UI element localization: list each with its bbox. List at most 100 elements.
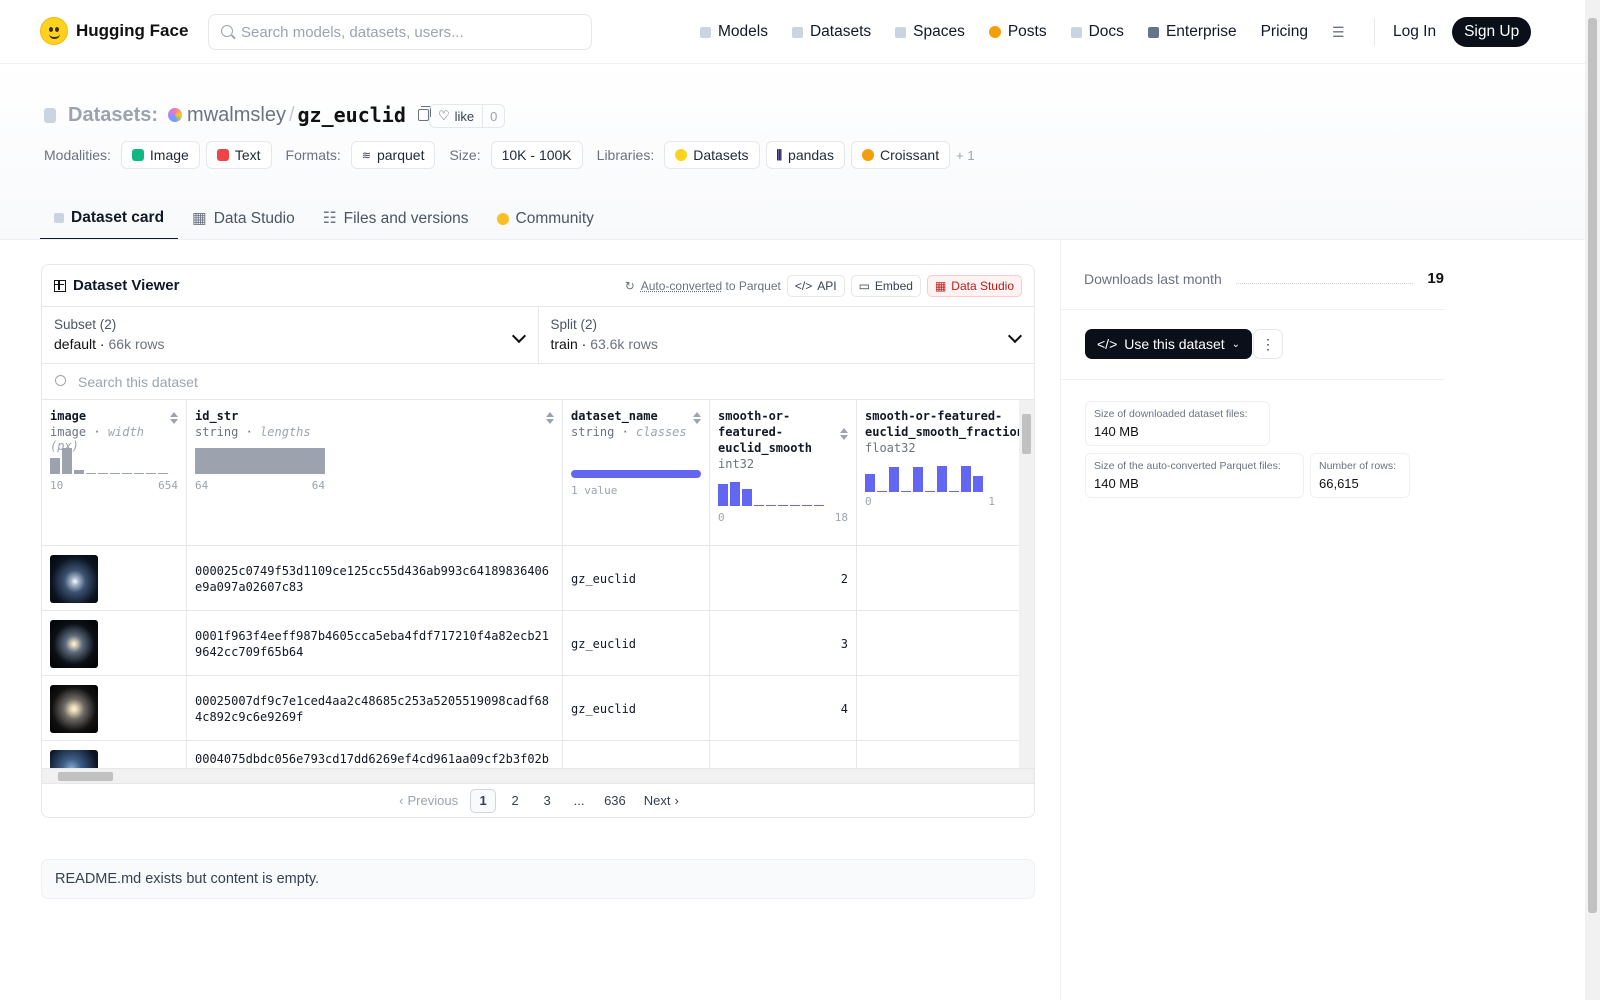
- page-1-button[interactable]: 1: [470, 788, 497, 813]
- histogram-bar[interactable]: [790, 505, 800, 506]
- nav-datasets[interactable]: Datasets: [791, 23, 871, 41]
- sort-icon[interactable]: [840, 428, 848, 440]
- tag-croissant[interactable]: Croissant: [850, 141, 951, 169]
- auto-converted-link[interactable]: Auto-converted: [641, 279, 722, 293]
- table-horizontal-scrollbar[interactable]: [42, 768, 1034, 783]
- scrollbar-thumb[interactable]: [58, 772, 113, 781]
- split-select[interactable]: Split (2) train · 63.6k rows: [539, 307, 1035, 363]
- histogram-bar[interactable]: [937, 466, 947, 492]
- histogram-bar[interactable]: [925, 491, 935, 492]
- nav-pricing[interactable]: Pricing: [1261, 23, 1308, 41]
- histogram-bar[interactable]: [973, 476, 983, 492]
- tag-pandas[interactable]: ⫼ pandas: [765, 141, 845, 169]
- tag-image[interactable]: Image: [120, 141, 200, 169]
- tab-dataset-card[interactable]: Dataset card: [40, 197, 179, 240]
- nav-posts[interactable]: Posts: [988, 23, 1047, 41]
- previous-page-button[interactable]: ‹ Previous: [393, 789, 464, 813]
- histogram-bar[interactable]: [778, 505, 788, 506]
- galaxy-thumbnail[interactable]: [50, 684, 98, 733]
- histogram-bar[interactable]: [718, 484, 728, 506]
- libraries-more[interactable]: + 1: [956, 148, 974, 163]
- tag-text[interactable]: Text: [205, 141, 272, 169]
- like-button[interactable]: ♡ like 0: [429, 104, 506, 128]
- histogram-bar[interactable]: [74, 470, 84, 474]
- section-label[interactable]: Datasets:: [68, 104, 158, 127]
- galaxy-thumbnail[interactable]: [50, 619, 98, 668]
- column-header-image[interactable]: image image · width (px) 10 654: [42, 400, 187, 546]
- sort-icon[interactable]: [693, 412, 701, 424]
- histogram-bar[interactable]: [62, 448, 72, 474]
- histogram-bar[interactable]: [158, 473, 168, 474]
- histogram-bar[interactable]: [86, 473, 96, 474]
- more-menu-icon[interactable]: ☰: [1332, 24, 1350, 41]
- table-row[interactable]: 0001f963f4eeff987b4605cca5eba4fdf717210f…: [42, 611, 1027, 676]
- scrollbar-thumb[interactable]: [1588, 18, 1597, 913]
- histogram-bar[interactable]: [98, 473, 108, 474]
- page-636-button[interactable]: 636: [598, 789, 632, 813]
- hist-min: 0: [718, 511, 725, 524]
- table-vertical-scrollbar[interactable]: [1019, 400, 1034, 776]
- tab-data-studio[interactable]: ▦ Data Studio: [178, 197, 309, 240]
- histogram-bar[interactable]: [122, 473, 132, 474]
- histogram-bar[interactable]: [754, 505, 764, 506]
- global-search-input[interactable]: Search models, datasets, users...: [208, 14, 592, 50]
- tag-size[interactable]: 10K - 100K: [490, 141, 583, 169]
- histogram-bar[interactable]: [814, 505, 824, 506]
- column-header-smooth-fraction[interactable]: smooth-or-featured-euclid_smooth_fractio…: [857, 400, 1027, 546]
- auto-converted-note[interactable]: Auto-converted to Parquet: [641, 279, 781, 293]
- histogram-bar[interactable]: [742, 489, 752, 506]
- page-2-button[interactable]: 2: [502, 789, 528, 813]
- histogram-bar[interactable]: [146, 473, 156, 474]
- more-options-button[interactable]: ⋮: [1253, 329, 1283, 359]
- subset-select[interactable]: Subset (2) default · 66k rows: [42, 307, 539, 363]
- use-dataset-button[interactable]: </> Use this dataset ⌄: [1085, 329, 1253, 359]
- histogram-bar[interactable]: [110, 473, 120, 474]
- brand-logo[interactable]: Hugging Face: [40, 17, 188, 45]
- nav-spaces[interactable]: Spaces: [895, 23, 965, 41]
- histogram-bar[interactable]: [877, 491, 887, 492]
- nav-models[interactable]: Models: [700, 23, 768, 41]
- column-header-dataset-name[interactable]: dataset_name string · classes 1 value: [563, 400, 710, 546]
- column-header-id-str[interactable]: id_str string · lengths 64 64: [187, 400, 563, 546]
- owner-link[interactable]: mwalmsley: [187, 104, 286, 127]
- histogram-bar[interactable]: [802, 505, 812, 506]
- scrollbar-thumb[interactable]: [1022, 414, 1031, 454]
- copy-icon[interactable]: [417, 106, 431, 121]
- histogram-bar[interactable]: [913, 467, 923, 492]
- page-3-button[interactable]: 3: [534, 789, 560, 813]
- histogram-bar[interactable]: [766, 505, 776, 506]
- histogram-bar[interactable]: [134, 473, 144, 474]
- embed-button[interactable]: ▭ Embed: [850, 274, 921, 297]
- login-link[interactable]: Log In: [1393, 23, 1436, 41]
- tag-parquet[interactable]: ≋ parquet: [350, 141, 436, 169]
- dataset-search-input[interactable]: Search this dataset: [42, 364, 1034, 400]
- histogram-bar[interactable]: [901, 491, 911, 492]
- histogram-bar[interactable]: [730, 482, 740, 506]
- histogram-bar[interactable]: [50, 458, 60, 474]
- sort-icon[interactable]: [546, 412, 554, 424]
- tab-community[interactable]: Community: [483, 197, 608, 240]
- histogram-bar[interactable]: [961, 466, 971, 492]
- page-scrollbar[interactable]: [1585, 0, 1600, 1000]
- next-page-button[interactable]: Next ›: [638, 789, 685, 813]
- histogram-bar[interactable]: [949, 491, 959, 492]
- cell-smooth-fraction: [857, 546, 1027, 611]
- next-label: Next: [643, 793, 671, 808]
- histogram-bar[interactable]: [889, 467, 899, 492]
- column-header-smooth[interactable]: smooth-or-featured-euclid_smooth int32 0…: [710, 400, 857, 546]
- histogram-bar[interactable]: [865, 474, 875, 492]
- galaxy-thumbnail[interactable]: [50, 554, 98, 603]
- nav-docs[interactable]: Docs: [1070, 23, 1124, 41]
- table-row[interactable]: 00025007df9c7e1ced4aa2c48685c253a5205519…: [42, 676, 1027, 741]
- table-row[interactable]: 000025c0749f53d1109ce125cc55d436ab993c64…: [42, 546, 1027, 611]
- sort-icon[interactable]: [170, 412, 178, 424]
- tag-datasets-lib[interactable]: Datasets: [664, 141, 760, 169]
- signup-button[interactable]: Sign Up: [1452, 17, 1532, 47]
- data-studio-button[interactable]: ▦ Data Studio: [926, 274, 1022, 297]
- tab-files[interactable]: ☷ Files and versions: [309, 197, 483, 240]
- breadcrumb-separator: /: [288, 103, 295, 126]
- downloads-stat: Downloads last month 19: [1084, 270, 1444, 287]
- api-button[interactable]: </> API: [786, 274, 845, 297]
- nav-enterprise[interactable]: Enterprise: [1147, 23, 1237, 41]
- repo-name[interactable]: gz_euclid: [298, 103, 406, 127]
